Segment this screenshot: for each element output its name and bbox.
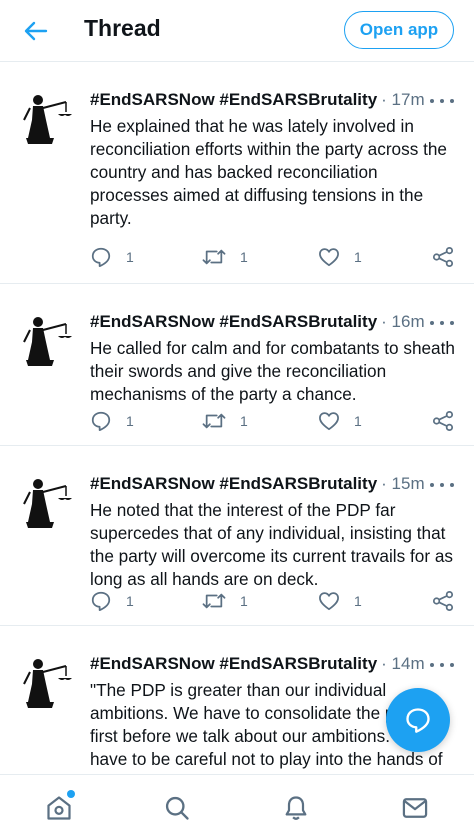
author-name[interactable]: #EndSARSNow #EndSARSBrutality xyxy=(90,654,377,674)
avatar[interactable] xyxy=(16,654,78,716)
retweet-count: 1 xyxy=(240,249,248,265)
tweet-time[interactable]: · 14m xyxy=(381,654,424,674)
share-button[interactable] xyxy=(432,590,454,612)
reply-count: 1 xyxy=(126,249,134,265)
retweet-icon xyxy=(202,249,226,265)
arrow-left-icon xyxy=(24,21,48,41)
tweet-text: He called for calm and for combatants to… xyxy=(90,338,455,404)
bell-icon xyxy=(285,796,307,820)
more-dots-icon[interactable] xyxy=(430,660,454,670)
search-icon xyxy=(165,796,189,820)
avatar[interactable] xyxy=(16,90,78,152)
like-count: 1 xyxy=(354,249,362,265)
top-bar: Thread Open app xyxy=(0,0,474,62)
tweet-text: He explained that he was lately involved… xyxy=(90,116,447,228)
tweet[interactable]: #EndSARSNow #EndSARSBrutality · 15m He n… xyxy=(0,446,474,626)
author-name[interactable]: #EndSARSNow #EndSARSBrutality xyxy=(90,90,377,110)
retweet-icon xyxy=(202,413,226,429)
reply-icon xyxy=(91,247,111,268)
author-name[interactable]: #EndSARSNow #EndSARSBrutality xyxy=(90,474,377,494)
tweet-header: #EndSARSNow #EndSARSBrutality · 14m xyxy=(90,652,454,676)
retweet-icon xyxy=(202,593,226,609)
share-icon xyxy=(432,590,454,612)
reply-icon xyxy=(91,411,111,432)
like-button[interactable]: 1 xyxy=(318,411,362,431)
thread-feed: #EndSARSNow #EndSARSBrutality · 17m He e… xyxy=(0,62,474,774)
notification-dot xyxy=(67,790,75,798)
nav-notifications[interactable] xyxy=(281,793,311,823)
tweet-time[interactable]: · 17m xyxy=(381,90,424,110)
retweet-button[interactable]: 1 xyxy=(202,246,248,268)
retweet-count: 1 xyxy=(240,593,248,609)
page-title: Thread xyxy=(84,15,161,41)
reply-count: 1 xyxy=(126,413,134,429)
tweet-actions: 1 1 1 xyxy=(90,409,460,433)
avatar[interactable] xyxy=(16,312,78,374)
mail-icon xyxy=(402,798,428,818)
like-count: 1 xyxy=(354,593,362,609)
heart-icon xyxy=(319,248,339,267)
tweet-header: #EndSARSNow #EndSARSBrutality · 16m xyxy=(90,310,454,334)
share-button[interactable] xyxy=(432,246,454,268)
nav-search[interactable] xyxy=(162,793,192,823)
more-dots-icon[interactable] xyxy=(430,96,454,106)
retweet-button[interactable]: 1 xyxy=(202,410,248,432)
tweet-time[interactable]: · 15m xyxy=(381,474,424,494)
tweet-header: #EndSARSNow #EndSARSBrutality · 17m xyxy=(90,88,454,112)
more-dots-icon[interactable] xyxy=(430,318,454,328)
share-icon xyxy=(432,246,454,268)
share-icon xyxy=(432,410,454,432)
tweet-time[interactable]: · 16m xyxy=(381,312,424,332)
tweet-actions: 1 1 1 xyxy=(90,245,460,269)
author-name[interactable]: #EndSARSNow #EndSARSBrutality xyxy=(90,312,377,332)
share-button[interactable] xyxy=(432,410,454,432)
like-count: 1 xyxy=(354,413,362,429)
heart-icon xyxy=(319,592,339,611)
tweet[interactable]: #EndSARSNow #EndSARSBrutality · 17m He e… xyxy=(0,62,474,284)
tweet-text: He noted that the interest of the PDP fa… xyxy=(90,500,453,589)
tweet-header: #EndSARSNow #EndSARSBrutality · 15m xyxy=(90,472,454,496)
like-button[interactable]: 1 xyxy=(318,591,362,611)
open-app-button[interactable]: Open app xyxy=(344,11,454,49)
nav-messages[interactable] xyxy=(400,793,430,823)
nav-home[interactable] xyxy=(44,790,75,823)
more-dots-icon[interactable] xyxy=(430,480,454,490)
retweet-button[interactable]: 1 xyxy=(202,590,248,612)
bottom-nav xyxy=(0,774,474,836)
reply-button[interactable]: 1 xyxy=(90,590,134,612)
heart-icon xyxy=(319,412,339,431)
tweet[interactable]: #EndSARSNow #EndSARSBrutality · 16m He c… xyxy=(0,284,474,446)
avatar[interactable] xyxy=(16,474,78,536)
like-button[interactable]: 1 xyxy=(318,247,362,267)
reply-count: 1 xyxy=(126,593,134,609)
retweet-count: 1 xyxy=(240,413,248,429)
reply-button[interactable]: 1 xyxy=(90,246,134,268)
compose-icon xyxy=(406,708,430,733)
home-icon xyxy=(47,796,71,820)
back-button[interactable] xyxy=(20,16,52,46)
compose-button[interactable] xyxy=(386,688,450,752)
reply-icon xyxy=(91,591,111,612)
reply-button[interactable]: 1 xyxy=(90,410,134,432)
tweet-actions: 1 1 1 xyxy=(90,589,460,613)
